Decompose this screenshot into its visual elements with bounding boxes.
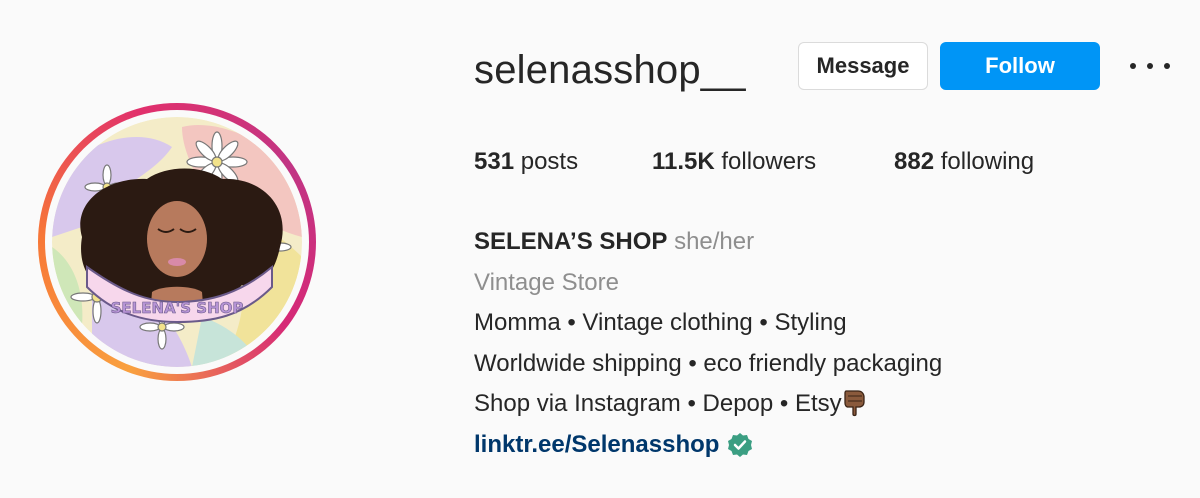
profile-category: Vintage Store bbox=[474, 268, 619, 296]
following-label: following bbox=[940, 148, 1035, 175]
posts-label: posts bbox=[520, 148, 579, 175]
message-button[interactable]: Message bbox=[798, 42, 928, 90]
avatar-logo-text: SELENA'S SHOP bbox=[111, 299, 244, 317]
profile-name: SELENA’S SHOP bbox=[474, 228, 668, 255]
following-stat[interactable]: 882 following bbox=[894, 148, 1034, 176]
posts-stat[interactable]: 531 posts bbox=[474, 148, 578, 176]
story-ring[interactable]: SELENA'S SHOP bbox=[38, 103, 316, 381]
profile-pronouns: she/her bbox=[674, 228, 755, 255]
bio-link-line: linktr.ee/Selenasshop bbox=[474, 425, 1174, 466]
avatar: SELENA'S SHOP bbox=[52, 117, 302, 367]
bio-line-3-wrap: Shop via Instagram • Depop • Etsy bbox=[474, 384, 1174, 425]
bio-line-1: Momma • Vintage clothing • Styling bbox=[474, 309, 847, 336]
pointing-down-hand-icon bbox=[844, 390, 865, 417]
followers-label: followers bbox=[721, 148, 817, 175]
profile-bio: SELENA’S SHOP she/her Vintage Store Momm… bbox=[474, 222, 1174, 465]
posts-count: 531 bbox=[474, 148, 515, 175]
profile-link[interactable]: linktr.ee/Selenasshop bbox=[474, 425, 753, 466]
following-count: 882 bbox=[894, 148, 935, 175]
profile-link-text: linktr.ee/Selenasshop bbox=[474, 430, 720, 458]
verified-check-icon bbox=[728, 432, 753, 457]
bio-line-2: Worldwide shipping • eco friendly packag… bbox=[474, 349, 943, 377]
profile-username: selenasshop__ bbox=[474, 48, 746, 92]
bio-name-line: SELENA’S SHOP she/her bbox=[474, 222, 1174, 263]
follow-button[interactable]: Follow bbox=[940, 42, 1100, 90]
followers-count: 11.5K bbox=[652, 148, 715, 175]
followers-stat[interactable]: 11.5K followers bbox=[652, 148, 816, 176]
profile-header: SELENA'S SHOP selenasshop__ Message Foll… bbox=[0, 0, 1200, 498]
bio-line-3: Shop via Instagram • Depop • Etsy bbox=[474, 390, 842, 417]
more-options-icon[interactable] bbox=[1130, 58, 1170, 74]
